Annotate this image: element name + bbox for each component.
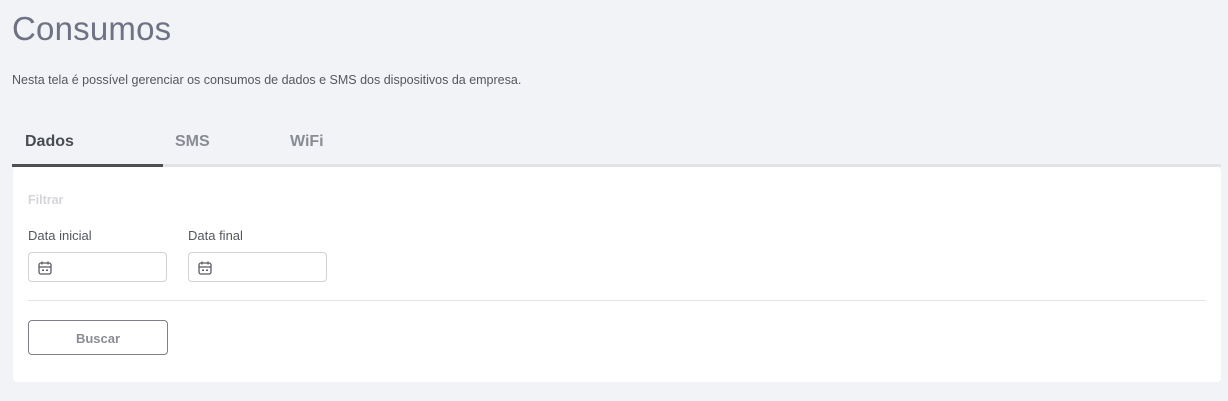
calendar-icon [198,261,212,275]
tab-sms[interactable]: SMS [175,124,210,164]
divider [28,300,1206,301]
end-date-input[interactable] [188,252,327,282]
tab-bar: Dados SMS WiFi [12,124,1221,167]
page-title: Consumos [12,10,172,47]
search-button[interactable]: Buscar [28,320,168,355]
tab-wifi[interactable]: WiFi [290,124,324,164]
calendar-icon [38,261,52,275]
end-date-label: Data final [188,228,243,243]
tab-dados[interactable]: Dados [25,124,74,164]
filter-heading: Filtrar [28,193,64,207]
filter-card: Filtrar Data inicial Data final Buscar [13,167,1221,382]
start-date-label: Data inicial [28,228,92,243]
page-subtitle: Nesta tela é possível gerenciar os consu… [12,73,522,87]
start-date-input[interactable] [28,252,167,282]
